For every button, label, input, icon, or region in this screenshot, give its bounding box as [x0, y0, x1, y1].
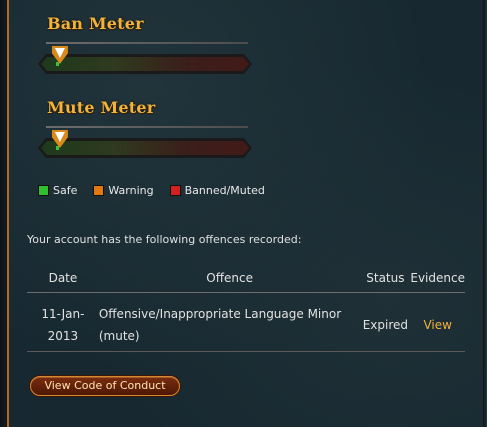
table-row: 11-Jan- 2013 Offensive/Inappropriate Lan…	[27, 301, 465, 349]
ban-meter-title: Ban Meter	[47, 14, 144, 33]
date-line: 11-Jan-	[41, 307, 85, 321]
right-border	[483, 0, 487, 427]
offence-line: Offensive/Inappropriate Language Minor	[98, 307, 342, 321]
legend-label: Warning	[108, 184, 154, 197]
evidence-cell: View	[410, 301, 465, 349]
column-header-date: Date	[48, 271, 78, 285]
view-evidence-link[interactable]: View	[423, 318, 451, 332]
table-header-row: Date Offence Status Evidence	[27, 264, 465, 293]
date-line: 2013	[47, 329, 79, 343]
offence-cell: Offensive/Inappropriate Language Minor (…	[99, 301, 361, 349]
view-code-of-conduct-button[interactable]: View Code of Conduct	[30, 376, 180, 396]
header-divider	[27, 292, 465, 301]
legend-item-warning: Warning	[93, 184, 154, 197]
legend-label: Banned/Muted	[184, 184, 265, 197]
mute-meter-title: Mute Meter	[47, 98, 156, 117]
offences-table: Date Offence Status Evidence 11-Jan- 201…	[27, 264, 465, 352]
ban-meter-divider	[46, 42, 248, 44]
left-border	[0, 0, 9, 427]
mute-meter-bar	[38, 138, 252, 158]
mute-meter-track	[41, 141, 249, 155]
mute-meter-divider	[46, 126, 248, 128]
ban-meter-track	[41, 57, 249, 71]
safe-swatch-icon	[38, 185, 49, 196]
legend-label: Safe	[53, 184, 78, 197]
warning-swatch-icon	[93, 185, 105, 196]
column-header-status: Status	[366, 271, 405, 285]
column-header-evidence: Evidence	[410, 271, 465, 285]
ban-meter-bar	[38, 54, 252, 74]
legend-item-banned: Banned/Muted	[169, 184, 265, 197]
status-cell: Expired	[362, 318, 409, 332]
meter-legend: Safe Warning Banned/Muted	[38, 184, 281, 197]
row-divider	[27, 349, 465, 352]
offence-line: (mute)	[98, 329, 140, 343]
ban-meter-fill	[56, 62, 59, 66]
offences-intro: Your account has the following offences …	[27, 233, 302, 246]
column-header-offence: Offence	[206, 271, 253, 285]
banned-swatch-icon	[169, 185, 181, 196]
date-cell: 11-Jan- 2013	[27, 301, 99, 349]
legend-item-safe: Safe	[38, 184, 77, 197]
mute-meter-fill	[56, 146, 59, 150]
